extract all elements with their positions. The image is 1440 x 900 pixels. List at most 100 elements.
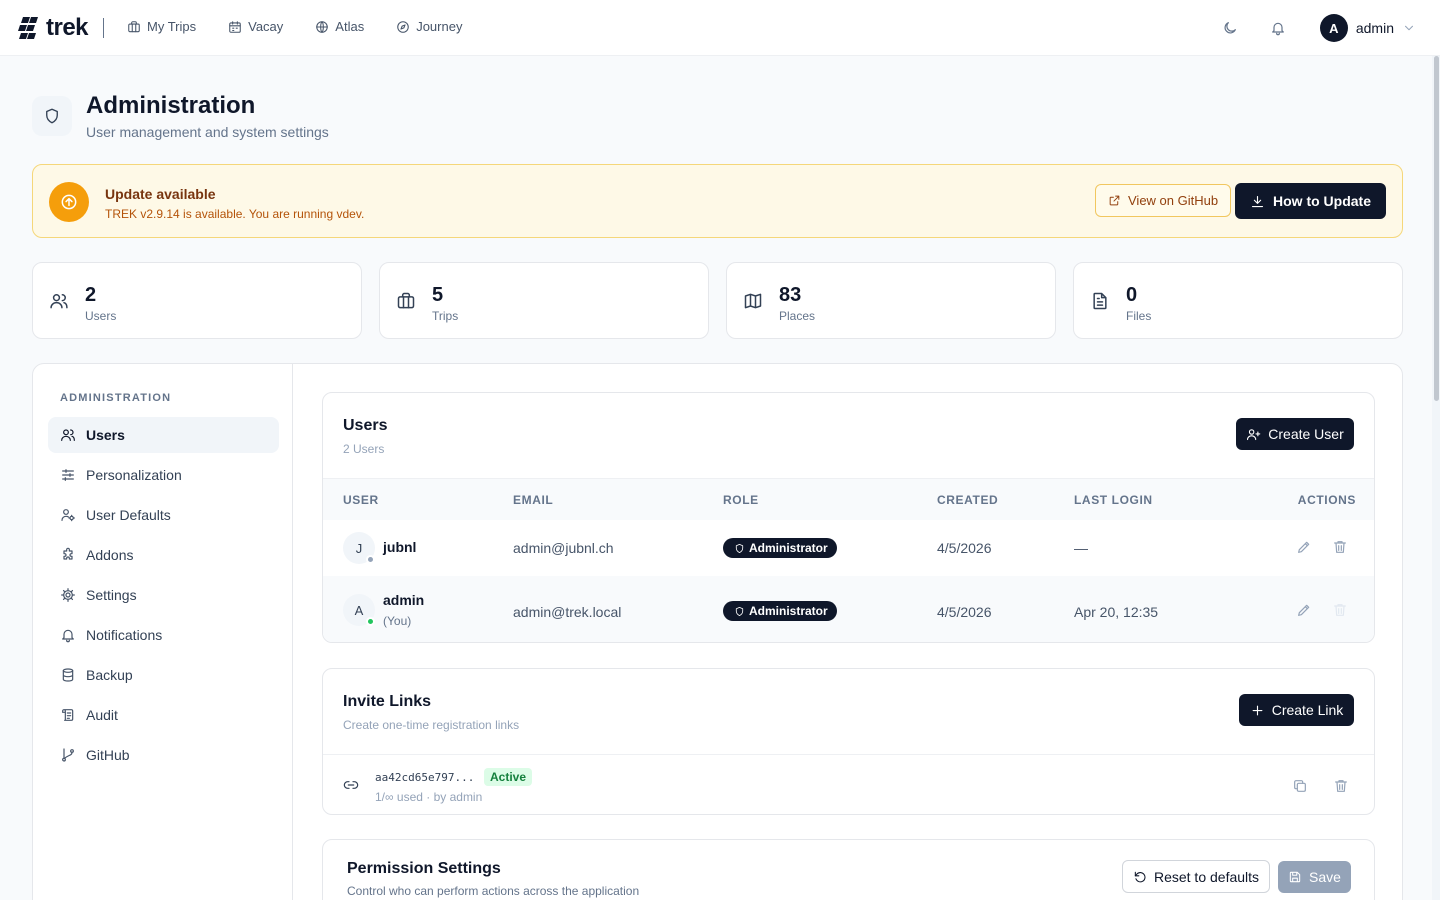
save-button[interactable]: Save — [1278, 861, 1351, 893]
created-date: 4/5/2026 — [937, 540, 992, 556]
sidebar-item-label: Notifications — [86, 627, 163, 643]
briefcase-icon — [128, 20, 140, 32]
delete-user-button[interactable] — [1332, 539, 1348, 555]
scroll-icon — [62, 709, 74, 721]
nav-journey[interactable]: Journey — [396, 19, 462, 34]
role-badge: Administrator — [723, 601, 837, 621]
sidebar-item-settings[interactable]: Settings — [48, 577, 279, 613]
edit-user-button[interactable] — [1296, 602, 1312, 618]
calendar-icon — [229, 20, 241, 33]
sidebar-item-user-defaults[interactable]: User Defaults — [48, 497, 279, 533]
sidebar-heading: ADMINISTRATION — [60, 392, 172, 404]
users-icon — [61, 429, 75, 441]
button-label: Create User — [1268, 426, 1344, 442]
sidebar-item-label: Audit — [86, 707, 118, 723]
sliders-icon — [62, 469, 74, 481]
table-row: J jubnl admin@jubnl.ch Administrator 4/5… — [323, 520, 1374, 576]
user-email: admin@trek.local — [513, 604, 622, 620]
save-icon — [1289, 871, 1301, 883]
sidebar-item-label: Users — [86, 427, 125, 443]
button-label: Create Link — [1271, 702, 1344, 718]
nav-label: My Trips — [147, 19, 197, 34]
online-status-dot — [366, 617, 375, 626]
view-on-github-button[interactable]: View on GitHub — [1095, 184, 1232, 217]
sidebar-item-label: GitHub — [86, 747, 130, 763]
stat-value: 2 — [85, 284, 97, 306]
pencil-icon — [1298, 604, 1310, 616]
card-title: Permission Settings — [347, 860, 501, 877]
rotate-ccw-icon — [1134, 871, 1146, 882]
sidebar-item-notifications[interactable]: Notifications — [48, 617, 279, 653]
stat-card-users: 2 Users — [32, 262, 362, 339]
shield-icon — [32, 96, 72, 136]
chevron-down-icon — [1404, 25, 1414, 31]
create-link-button[interactable]: Create Link — [1239, 694, 1354, 726]
sidebar-item-users[interactable]: Users — [48, 417, 279, 453]
stat-label: Trips — [432, 309, 459, 323]
reset-to-defaults-button[interactable]: Reset to defaults — [1122, 860, 1270, 893]
stat-label: Files — [1126, 309, 1152, 323]
user-email: admin@jubnl.ch — [513, 540, 614, 556]
sidebar-item-backup[interactable]: Backup — [48, 657, 279, 693]
create-user-button[interactable]: Create User — [1236, 418, 1354, 450]
sidebar-item-personalization[interactable]: Personalization — [48, 457, 279, 493]
sidebar-item-addons[interactable]: Addons — [48, 537, 279, 573]
sidebar-item-label: Personalization — [86, 467, 182, 483]
page-header: Administration User management and syste… — [32, 92, 329, 140]
card-subtitle: 2 Users — [343, 442, 385, 456]
sidebar-item-github[interactable]: GitHub — [48, 737, 279, 773]
button-label: Save — [1309, 869, 1341, 885]
nav-vacay[interactable]: Vacay — [228, 19, 283, 34]
last-login: — — [1074, 540, 1088, 556]
gear-icon — [61, 588, 75, 602]
card-subtitle: Create one-time registration links — [343, 718, 520, 732]
puzzle-icon — [63, 547, 73, 560]
nav-atlas[interactable]: Atlas — [315, 19, 364, 34]
invite-usage: 1/∞ used · by admin — [375, 790, 483, 804]
page-title: Administration — [86, 92, 256, 119]
how-to-update-button[interactable]: How to Update — [1235, 183, 1386, 219]
trash-icon — [1334, 604, 1346, 616]
user-name: admin — [383, 592, 425, 608]
sidebar-item-label: Addons — [86, 547, 134, 563]
stat-card-places: 83 Places — [726, 262, 1056, 339]
stat-value: 5 — [432, 284, 444, 306]
column-header: LAST LOGIN — [1074, 493, 1153, 507]
delete-user-button — [1332, 602, 1348, 618]
sidebar-item-audit[interactable]: Audit — [48, 697, 279, 733]
card-title: Invite Links — [343, 693, 432, 710]
scrollbar-thumb[interactable] — [1434, 56, 1439, 401]
update-title: Update available — [105, 186, 216, 202]
trek-logo[interactable]: trek — [18, 14, 89, 42]
users-icon — [49, 291, 69, 311]
trash-icon — [1334, 541, 1346, 553]
nav-my-trips[interactable]: My Trips — [127, 19, 196, 34]
last-login: Apr 20, 12:35 — [1074, 604, 1159, 620]
edit-user-button[interactable] — [1296, 539, 1312, 555]
created-date: 4/5/2026 — [937, 604, 992, 620]
notifications-button[interactable] — [1262, 12, 1294, 44]
user-menu[interactable]: A admin — [1319, 14, 1416, 42]
delete-link-button[interactable] — [1333, 778, 1349, 794]
trek-logo-icon — [18, 17, 38, 39]
admin-panel: ADMINISTRATION Users Personalization Use… — [32, 363, 1403, 900]
update-text: TREK v2.9.14 is available. You are runni… — [105, 207, 365, 221]
admin-sidebar: ADMINISTRATION Users Personalization Use… — [33, 364, 293, 900]
nav-label: Atlas — [335, 19, 365, 34]
stat-card-trips: 5 Trips — [379, 262, 709, 339]
status-badge: Active — [484, 768, 533, 786]
permission-settings-card: Permission Settings Control who can perf… — [322, 839, 1375, 900]
button-label: View on GitHub — [1128, 193, 1219, 208]
map-icon — [743, 291, 763, 311]
stat-value: 0 — [1126, 284, 1138, 306]
sidebar-item-label: User Defaults — [86, 507, 171, 523]
theme-toggle-button[interactable] — [1214, 12, 1246, 44]
copy-link-button[interactable] — [1292, 778, 1308, 794]
moon-icon — [1224, 22, 1236, 34]
pencil-icon — [1298, 541, 1310, 553]
globe-icon — [316, 20, 329, 33]
role-label: Administrator — [749, 541, 828, 555]
page-subtitle: User management and system settings — [86, 124, 329, 140]
database-icon — [62, 668, 74, 682]
offline-status-dot — [366, 555, 375, 564]
